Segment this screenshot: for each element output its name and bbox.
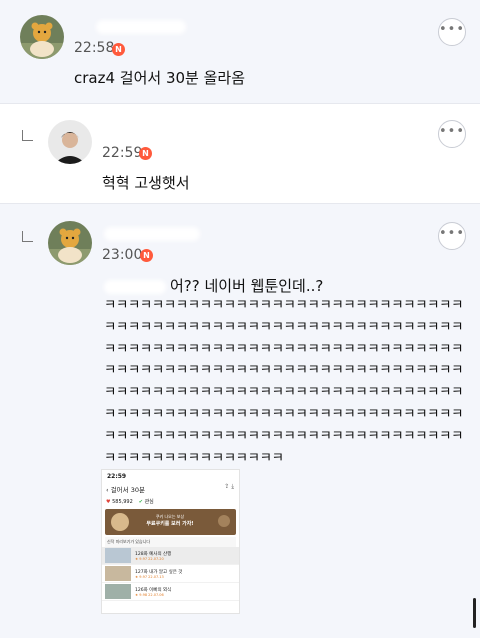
comment-time: 22:58	[74, 40, 115, 56]
back-icon: ‹	[106, 486, 109, 494]
comment-text: 어?? 네이버 웹툰인데..?	[170, 277, 324, 295]
laugh-text: ㅋㅋㅋㅋㅋㅋㅋㅋㅋㅋㅋㅋㅋㅋㅋㅋㅋㅋㅋㅋㅋㅋㅋㅋㅋㅋㅋㅋㅋㅋㅋㅋㅋㅋㅋㅋㅋㅋㅋㅋ…	[104, 298, 464, 466]
screenshot-header: ‹ 걸어서 30분 ⇪ ⤓	[102, 482, 239, 496]
comment-time: 22:59	[102, 145, 143, 161]
episode-meta: ★ 9.97 22.07.20	[135, 556, 164, 561]
avatar[interactable]	[20, 15, 64, 59]
comment-text-line: 어?? 네이버 웹툰인데..?	[104, 275, 323, 296]
new-badge: N	[139, 147, 152, 160]
comment-1: 22:58 N ••• craz4 걸어서 30분 올라옴	[0, 0, 480, 102]
scrollbar[interactable]	[473, 598, 476, 628]
share-icon: ⇪	[224, 483, 230, 490]
blurred-username	[96, 20, 186, 34]
notice-bar: 신작 미리보기가 있습니다	[105, 537, 236, 547]
check-icon: ✔	[138, 499, 143, 505]
episode-thumbnail	[105, 548, 131, 563]
likes-count: 585,992	[112, 498, 133, 505]
heart-icon: ♥	[106, 498, 111, 505]
comment-2: 22:59 N ••• 혁혁 고생햇서	[0, 103, 480, 204]
comment-time: 23:00	[102, 247, 143, 263]
blurred-mention	[104, 279, 166, 294]
reply-arrow-icon	[22, 130, 33, 141]
episode-row: 126화 이빠의 외식 ★ 9.98 22.07.06	[102, 583, 239, 601]
avatar[interactable]	[48, 221, 92, 265]
episode-title: 126화 이빠의 외식	[135, 587, 172, 593]
more-options-button[interactable]: •••	[438, 18, 466, 46]
blurred-username	[104, 227, 200, 241]
header-icons: ⇪ ⤓	[224, 483, 234, 491]
comment-3: 23:00 N ••• 어?? 네이버 웹툰인데..? ㅋㅋㅋㅋㅋㅋㅋㅋㅋㅋㅋㅋ…	[0, 205, 480, 638]
episode-thumbnail	[105, 566, 131, 581]
episode-row: 128화 예사의 산행 ★ 9.97 22.07.20	[102, 547, 239, 565]
download-icon: ⤓	[231, 483, 234, 490]
banner-illustration	[218, 515, 230, 527]
episode-meta: ★ 9.98 22.07.06	[135, 592, 164, 597]
more-options-button[interactable]: •••	[438, 120, 466, 148]
attached-screenshot[interactable]: 22:59 ‹ 걸어서 30분 ⇪ ⤓ ♥ 585,992 ✔ 관심 쿠키 나오…	[101, 469, 240, 614]
episode-row: 127화 내가 알고 싶은 것 ★ 9.97 22.07.13	[102, 565, 239, 583]
banner-illustration	[111, 513, 129, 531]
stats-row: ♥ 585,992 ✔ 관심	[102, 496, 239, 507]
episode-title: 127화 내가 알고 싶은 것	[135, 569, 183, 575]
new-badge: N	[112, 43, 125, 56]
comment-text: craz4 걸어서 30분 올라옴	[74, 69, 246, 87]
episode-title: 128화 예사의 산행	[135, 551, 172, 557]
comment-text: 혁혁 고생햇서	[102, 174, 190, 192]
new-badge: N	[140, 249, 153, 262]
episode-thumbnail	[105, 584, 131, 599]
interest-label: 관심	[144, 499, 154, 505]
screenshot-title: 걸어서 30분	[110, 486, 145, 494]
avatar[interactable]	[48, 120, 92, 164]
more-options-button[interactable]: •••	[438, 222, 466, 250]
reply-arrow-icon	[22, 231, 33, 242]
banner-line2: 무료쿠키를 보러 가자!	[146, 521, 194, 527]
status-time: 22:59	[107, 473, 127, 480]
promo-banner: 쿠키 나오는 보상 무료쿠키를 보러 가자!	[105, 509, 236, 535]
episode-meta: ★ 9.97 22.07.13	[135, 574, 164, 579]
